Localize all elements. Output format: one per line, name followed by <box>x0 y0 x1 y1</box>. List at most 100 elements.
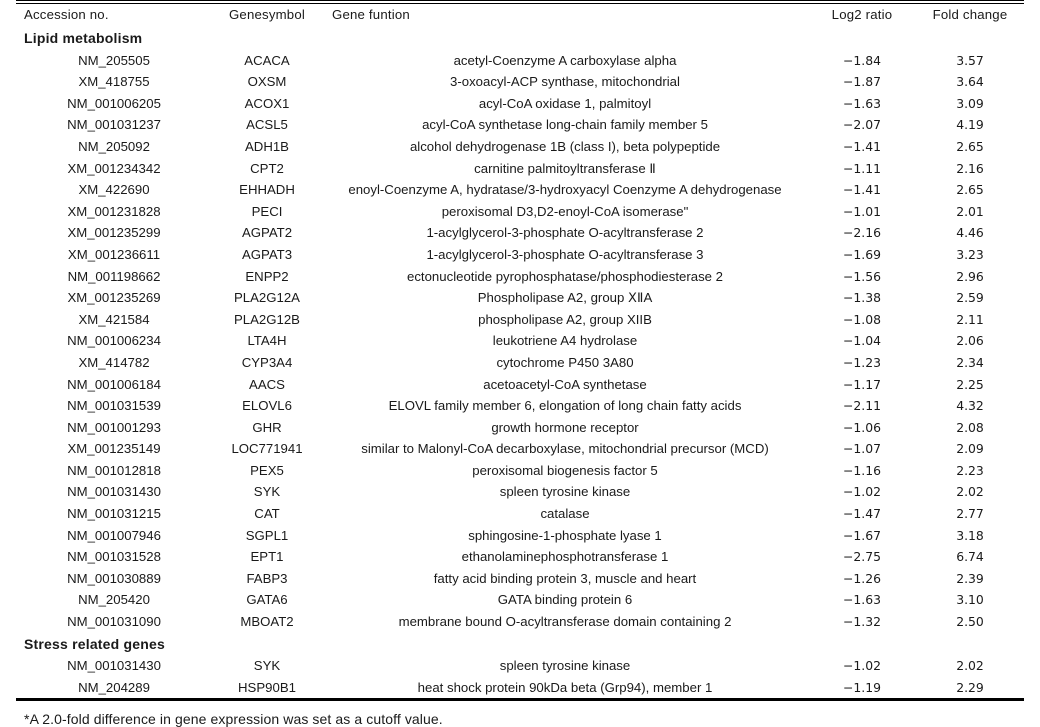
table-row: XM_001235299 AGPAT2 1-acylglycerol-3-phosp… <box>16 222 1024 244</box>
cell-function: membrane bound O-acyltransferase domain … <box>398 614 732 630</box>
cell-genesymbol: CAT <box>254 506 280 522</box>
cell-fold: 2.34 <box>956 354 984 370</box>
cell-log2: −2.07 <box>843 117 881 133</box>
table-row: NM_001031528 EPT1 ethanolaminephosphotrans… <box>16 546 1024 568</box>
table-row: XM_422690 EHHADH enoyl-Coenzyme A, hydrata… <box>16 179 1024 201</box>
cell-fold: 2.09 <box>956 441 984 457</box>
cell-fold: 4.46 <box>956 225 984 241</box>
cell-accession: NM_001001293 <box>67 419 161 435</box>
cell-accession: NM_205420 <box>78 592 150 608</box>
cell-genesymbol: MBOAT2 <box>240 614 294 630</box>
column-header-fold-change: Fold change <box>932 7 1008 22</box>
table-row: NM_205092 ADH1B alcohol dehydrogenase 1B (… <box>16 136 1024 158</box>
cell-genesymbol: PECI <box>251 203 283 219</box>
cell-accession: NM_001031237 <box>67 117 161 133</box>
cell-function: Phospholipase A2, group ⅩⅡA <box>477 290 653 306</box>
cell-genesymbol: HSP90B1 <box>238 679 296 695</box>
cell-log2: −2.75 <box>843 549 881 565</box>
table-row: NM_001031430 SYK spleen tyrosine kinase −1.… <box>16 481 1024 503</box>
cell-accession: XM_001235299 <box>67 225 161 241</box>
cell-genesymbol: SYK <box>253 484 281 500</box>
table-row: NM_204289 HSP90B1 heat shock protein 90kDa… <box>16 677 1024 699</box>
cell-function: carnitine palmitoyltransferase Ⅱ <box>474 160 656 176</box>
cell-accession: NM_001012818 <box>67 462 161 478</box>
cell-accession: XM_414782 <box>78 354 150 370</box>
cell-log2: −1.08 <box>843 311 881 327</box>
table-row: NM_001031539 ELOVL6 ELOVL family member 6,… <box>16 395 1024 417</box>
cell-accession: NM_001006184 <box>67 376 161 392</box>
cell-function: spleen tyrosine kinase <box>499 658 631 674</box>
table-row: XM_001236611 AGPAT3 1-acylglycerol-3-phosp… <box>16 244 1024 266</box>
cell-log2: −1.67 <box>843 527 881 543</box>
cell-log2: −2.11 <box>843 398 881 414</box>
cell-log2: −1.41 <box>843 182 881 198</box>
cell-log2: −1.17 <box>843 376 881 392</box>
table-row: NM_205420 GATA6 GATA binding protein 6 −1.6… <box>16 589 1024 611</box>
table-row: NM_205505 ACACA acetyl-Coenzyme A carboxyl… <box>16 50 1024 72</box>
table-row: XM_001234342 CPT2 carnitine palmitoyltrans… <box>16 158 1024 180</box>
cell-genesymbol: GHR <box>252 419 282 435</box>
cell-fold: 2.23 <box>956 462 984 478</box>
table-row: NM_001001293 GHR growth hormone receptor −1… <box>16 417 1024 439</box>
cell-function: 3-oxoacyl-ACP synthase, mitochondrial <box>450 74 680 90</box>
cell-fold: 4.32 <box>956 398 984 414</box>
cell-genesymbol: ACACA <box>244 52 290 68</box>
cell-genesymbol: EHHADH <box>239 182 295 198</box>
cell-genesymbol: AGPAT2 <box>241 225 293 241</box>
cell-log2: −1.63 <box>843 95 881 111</box>
cell-log2: −1.38 <box>843 290 881 306</box>
cell-fold: 2.39 <box>956 570 984 586</box>
cell-function: ectonucleotide pyrophosphatase/phosphodi… <box>407 268 723 284</box>
table-row: NM_001006205 ACOX1 acyl-CoA oxidase 1, pal… <box>16 93 1024 115</box>
table-row: NM_001031215 CAT catalase −1.47 2.77 <box>16 503 1024 525</box>
cell-genesymbol: CYP3A4 <box>241 354 293 370</box>
cell-accession: XM_001235269 <box>67 290 161 306</box>
cell-log2: −1.41 <box>843 138 881 154</box>
cell-function: acyl-CoA synthetase long-chain family me… <box>422 117 708 133</box>
cell-log2: −1.19 <box>843 679 881 695</box>
table-row: XM_421584 PLA2G12B phospholipase A2, group… <box>16 309 1024 331</box>
cell-genesymbol: AGPAT3 <box>241 246 293 262</box>
cell-fold: 2.59 <box>956 290 984 306</box>
cell-accession: NM_001031539 <box>67 398 161 414</box>
cell-accession: NM_001006234 <box>67 333 161 349</box>
cell-log2: −1.84 <box>843 52 881 68</box>
cell-function: heat shock protein 90kDa beta (Grp94), m… <box>417 679 713 695</box>
cell-fold: 3.09 <box>956 95 984 111</box>
cell-log2: −1.87 <box>843 74 881 90</box>
cell-function: similar to Malonyl-CoA decarboxylase, mi… <box>361 441 769 457</box>
cell-fold: 2.11 <box>956 311 984 327</box>
cell-log2: −1.02 <box>843 658 881 674</box>
cell-accession: NM_001198662 <box>67 268 161 284</box>
cell-genesymbol: EPT1 <box>250 549 284 565</box>
cell-accession: NM_205505 <box>78 52 150 68</box>
cell-accession: NM_001031528 <box>67 549 161 565</box>
cell-fold: 2.02 <box>956 658 984 674</box>
cell-accession: XM_001236611 <box>67 246 161 262</box>
table-row: NM_001198662 ENPP2 ectonucleotide pyrophos… <box>16 266 1024 288</box>
table-row: NM_001030889 FABP3 fatty acid binding prot… <box>16 568 1024 590</box>
cell-fold: 2.08 <box>956 419 984 435</box>
cell-log2: −1.07 <box>843 441 881 457</box>
table-row: NM_001006184 AACS acetoacetyl-CoA syntheta… <box>16 374 1024 396</box>
cell-accession: XM_422690 <box>78 182 150 198</box>
cell-genesymbol: ADH1B <box>245 138 289 154</box>
cell-accession: NM_001030889 <box>67 570 161 586</box>
cell-accession: NM_001006205 <box>67 95 161 111</box>
cell-log2: −1.63 <box>843 592 881 608</box>
cell-fold: 2.29 <box>956 679 984 695</box>
table-body: Lipid metabolism NM_205505 ACACA acetyl-Coe… <box>16 27 1024 698</box>
cell-accession: XM_418755 <box>78 74 150 90</box>
cell-log2: −2.16 <box>843 225 881 241</box>
cell-accession: NM_001031090 <box>67 614 161 630</box>
cell-accession: XM_421584 <box>78 311 150 327</box>
cell-genesymbol: ACOX1 <box>244 95 290 111</box>
cell-function: phospholipase A2, group XIIB <box>478 311 652 327</box>
cell-accession: NM_001007946 <box>67 527 161 543</box>
cell-log2: −1.11 <box>843 160 881 176</box>
cell-accession: NM_001031215 <box>67 506 161 522</box>
cell-genesymbol: ENPP2 <box>245 268 289 284</box>
bottom-rule <box>16 698 1024 702</box>
footnote-text: A 2.0-fold difference in gene expression… <box>29 711 443 727</box>
cell-genesymbol: ELOVL6 <box>242 398 292 414</box>
